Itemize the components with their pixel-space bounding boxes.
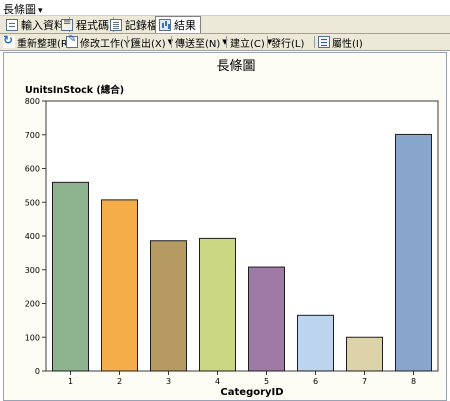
bar-category-7 <box>346 336 383 372</box>
tab-label: 記錄檔 <box>125 18 158 32</box>
window-title-bar: 長條圖 ▾ <box>0 0 450 16</box>
toolbar-separator <box>127 36 128 48</box>
x-axis: 1 2 3 4 5 6 7 8 <box>68 371 416 386</box>
bar-category-5 <box>248 266 285 372</box>
x-tick-label: 8 <box>411 377 416 386</box>
chevron-down-icon[interactable]: ▾ <box>38 6 43 16</box>
y-tick-label: 0 <box>35 367 40 376</box>
y-tick-label: 600 <box>25 165 40 174</box>
y-tick-label: 300 <box>25 266 40 275</box>
refresh-label: 重新整理(R) <box>17 38 72 50</box>
chart-title: 長條圖 <box>216 59 255 74</box>
send-to-label: 傳送至(N) <box>175 38 221 50</box>
properties-button[interactable]: 屬性(I) <box>318 35 363 50</box>
data-sheet-icon <box>6 18 18 31</box>
bar-category-1 <box>52 181 89 372</box>
results-panel: 長條圖 UnitsInStock (總合) CategoryID 0 100 200… <box>3 52 447 401</box>
toolbar-separator <box>226 36 227 48</box>
bar-chart: 長條圖 UnitsInStock (總合) CategoryID 0 100 200… <box>25 59 439 398</box>
y-tick-label: 100 <box>25 333 40 342</box>
bar-category-6 <box>297 314 334 372</box>
tab-label: 結果 <box>174 19 196 32</box>
create-button[interactable]: 建立(C) ▼ <box>230 35 272 50</box>
properties-icon <box>318 36 330 48</box>
x-tick-label: 7 <box>362 377 367 386</box>
bar-category-3 <box>150 240 187 372</box>
properties-label: 屬性(I) <box>332 38 363 50</box>
publish-button[interactable]: 發行(L) <box>271 35 305 50</box>
export-button[interactable]: 匯出(X)▼ <box>131 35 173 50</box>
y-axis: 0 100 200 300 400 500 600 700 800 <box>25 97 46 376</box>
x-tick-label: 6 <box>313 377 318 386</box>
toolbar: 重新整理(R) 修改工作(Y) 匯出(X)▼ 傳送至(N)▼ 建立(C)▼ 發行… <box>0 33 450 51</box>
tab-results[interactable]: 結果 <box>155 16 201 33</box>
bar-category-8 <box>395 133 432 372</box>
export-label: 匯出(X) <box>131 38 166 50</box>
refresh-icon <box>3 33 15 48</box>
y-tick-label: 800 <box>25 97 40 106</box>
send-to-button[interactable]: 傳送至(N) ▼ <box>175 35 228 50</box>
tab-code[interactable]: 程式碼 <box>58 17 114 32</box>
publish-label: 發行(L) <box>271 38 305 50</box>
edit-icon <box>66 34 78 48</box>
code-icon <box>61 17 73 31</box>
create-label: 建立(C) <box>230 38 265 50</box>
x-tick-label: 1 <box>68 377 73 386</box>
tab-label: 程式碼 <box>76 18 109 32</box>
x-tick-label: 2 <box>117 377 122 386</box>
x-tick-label: 5 <box>264 377 269 386</box>
results-chart-icon <box>159 19 171 31</box>
y-tick-label: 400 <box>25 232 40 241</box>
y-tick-label: 200 <box>25 300 40 309</box>
y-axis-label: UnitsInStock (總合) <box>25 84 124 96</box>
tab-strip: 輸入資料 程式碼 記錄檔 結果 <box>0 16 450 34</box>
window-title-label: 長條圖 <box>3 3 36 16</box>
y-tick-label: 700 <box>25 131 40 140</box>
refresh-button[interactable]: 重新整理(R) <box>3 33 72 50</box>
log-icon <box>110 18 122 31</box>
toolbar-separator <box>314 36 315 48</box>
modify-task-button[interactable]: 修改工作(Y) <box>66 34 134 50</box>
toolbar-separator <box>171 36 172 48</box>
x-tick-label: 3 <box>166 377 171 386</box>
bar-category-2 <box>101 199 138 372</box>
bar-category-4 <box>199 237 236 372</box>
x-tick-label: 4 <box>215 377 220 386</box>
x-axis-label: CategoryID <box>220 387 283 398</box>
modify-task-label: 修改工作(Y) <box>80 38 134 50</box>
toolbar-separator <box>267 36 268 48</box>
y-tick-label: 500 <box>25 198 40 207</box>
window-title[interactable]: 長條圖 ▾ <box>3 1 43 17</box>
